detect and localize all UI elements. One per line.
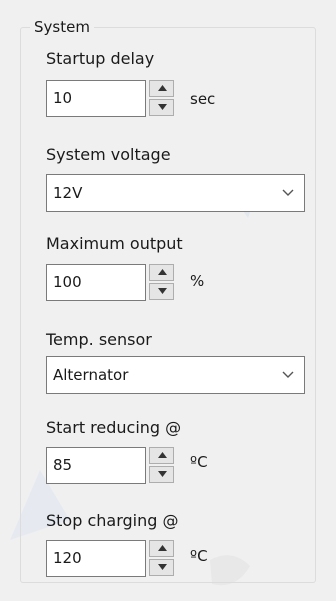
maximum-output-label: Maximum output (46, 234, 183, 253)
maximum-output-unit: % (190, 272, 205, 290)
caret-up-icon (158, 85, 167, 91)
startup-delay-increment-button[interactable] (149, 80, 174, 97)
system-voltage-value: 12V (53, 184, 83, 202)
maximum-output-input[interactable]: 100 (46, 264, 146, 301)
start-reducing-unit: ºC (190, 453, 208, 471)
caret-down-icon (158, 104, 167, 110)
maximum-output-decrement-button[interactable] (149, 283, 174, 300)
startup-delay-spinner[interactable] (149, 80, 174, 117)
system-voltage-label: System voltage (46, 145, 171, 164)
caret-down-icon (158, 288, 167, 294)
startup-delay-unit: sec (190, 90, 216, 108)
temp-sensor-label: Temp. sensor (46, 330, 152, 349)
startup-delay-decrement-button[interactable] (149, 99, 174, 116)
start-reducing-spinner[interactable] (149, 447, 174, 484)
group-title: System (30, 17, 94, 37)
caret-up-icon (158, 545, 167, 551)
chevron-down-icon (282, 371, 294, 378)
stop-charging-spinner[interactable] (149, 540, 174, 577)
stop-charging-label: Stop charging @ (46, 511, 179, 530)
stop-charging-decrement-button[interactable] (149, 559, 174, 576)
startup-delay-label: Startup delay (46, 49, 155, 68)
caret-up-icon (158, 269, 167, 275)
stop-charging-increment-button[interactable] (149, 540, 174, 557)
stop-charging-unit: ºC (190, 547, 208, 565)
caret-down-icon (158, 564, 167, 570)
start-reducing-label: Start reducing @ (46, 418, 182, 437)
stop-charging-input[interactable]: 120 (46, 540, 146, 577)
system-voltage-select[interactable]: 12V (46, 174, 305, 212)
start-reducing-increment-button[interactable] (149, 447, 174, 464)
start-reducing-input[interactable]: 85 (46, 447, 146, 484)
temp-sensor-value: Alternator (53, 366, 129, 384)
startup-delay-input[interactable]: 10 (46, 80, 146, 117)
maximum-output-increment-button[interactable] (149, 264, 174, 281)
start-reducing-decrement-button[interactable] (149, 466, 174, 483)
maximum-output-spinner[interactable] (149, 264, 174, 301)
chevron-down-icon (282, 189, 294, 196)
caret-up-icon (158, 452, 167, 458)
temp-sensor-select[interactable]: Alternator (46, 356, 305, 394)
caret-down-icon (158, 471, 167, 477)
